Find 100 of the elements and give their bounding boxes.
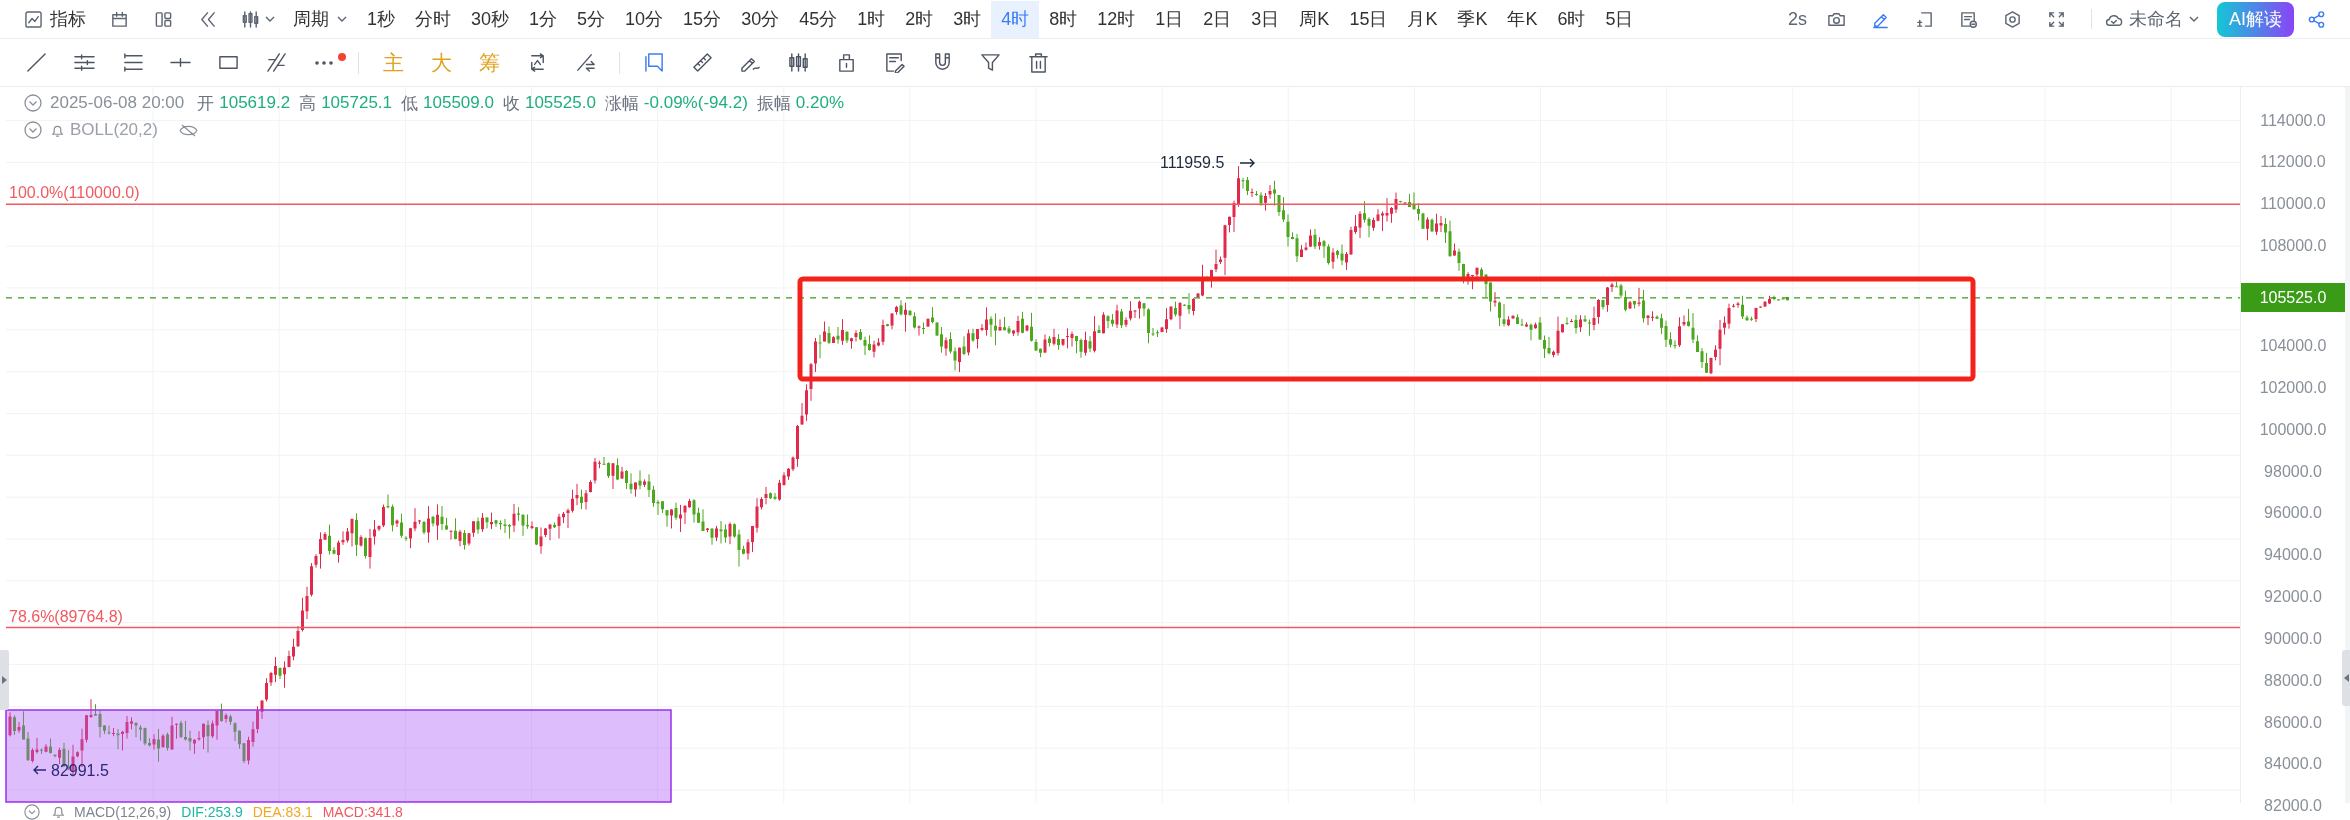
interval-tab[interactable]: 45分	[789, 0, 848, 38]
interval-tab[interactable]: 季K	[1447, 0, 1498, 38]
interval-tab[interactable]: 年K	[1497, 0, 1548, 38]
trend-line-icon[interactable]	[25, 52, 47, 73]
interval-tab[interactable]: 10分	[615, 0, 674, 38]
price-axis-label: 82000.0	[2264, 797, 2322, 816]
legend-value: -0.09%(-94.2)	[643, 93, 748, 113]
price-axis-label: 112000.0	[2260, 153, 2326, 172]
interval-tab[interactable]: 1分	[519, 0, 568, 38]
price-axis-label: 102000.0	[2259, 378, 2327, 397]
indicator-name: MACD(12,26,9)	[74, 803, 172, 820]
price-axis-label: 96000.0	[2264, 504, 2322, 523]
interval-tab[interactable]: 5日	[1595, 0, 1644, 38]
line-chart-icon	[25, 10, 42, 28]
caret-icon	[337, 16, 347, 22]
fullscreen-icon[interactable]	[2047, 9, 2067, 29]
interval-tab[interactable]: 1日	[1145, 0, 1194, 38]
interval-tab[interactable]: 月K	[1397, 0, 1448, 38]
legend-label: 涨幅	[604, 92, 639, 115]
layout-menu[interactable]: 未命名	[2104, 2, 2199, 36]
price-axis-label: 108000.0	[2259, 237, 2327, 256]
price-axis-label: 110000.0	[2260, 195, 2326, 214]
price-marker-label: 82991.5	[51, 762, 109, 779]
crossed-arrows-icon[interactable]	[574, 52, 596, 73]
filter-icon[interactable]	[979, 52, 1001, 73]
price-axis-label: 100000.0	[2259, 420, 2327, 439]
price-axis-label: 86000.0	[2264, 713, 2322, 732]
indicator-value: DEA:83.1	[252, 803, 313, 820]
right-arrow-icon	[1239, 158, 1255, 168]
interval-tab[interactable]: 15分	[673, 0, 732, 38]
price-axis-label: 104000.0	[2259, 337, 2327, 356]
legend-value: 105525.0	[524, 93, 596, 113]
interval-tab[interactable]: 4时	[991, 0, 1040, 38]
price-marker-label: 111959.5	[1160, 154, 1225, 171]
legend-label: 振幅	[756, 92, 791, 115]
interval-tab[interactable]: 分时	[405, 0, 461, 38]
layout-icon[interactable]	[153, 9, 173, 29]
price-axis-label: 92000.0	[2264, 588, 2322, 607]
calendar-icon[interactable]	[109, 9, 129, 29]
side-panel-handle[interactable]	[0, 650, 9, 710]
share-icon[interactable]	[2306, 9, 2326, 29]
interval-tab[interactable]: 1秒	[357, 0, 405, 38]
add-frame-icon[interactable]	[1915, 9, 1935, 29]
interval-tab[interactable]: 30秒	[461, 0, 520, 38]
indicator-value: MACD:341.8	[322, 803, 403, 820]
collapse-icon[interactable]	[24, 803, 40, 820]
interval-tab[interactable]: 3时	[943, 0, 992, 38]
legend-label: 开	[197, 92, 215, 115]
caret-icon	[2343, 674, 2349, 682]
left-arrow-icon	[33, 765, 47, 775]
legend-value: 105619.2	[219, 93, 291, 113]
price-axis-label: 84000.0	[2264, 755, 2322, 774]
interval-tab[interactable]: 1时	[847, 0, 896, 38]
collapse-icon[interactable]	[24, 121, 42, 139]
interval-tab[interactable]: 15日	[1339, 0, 1398, 38]
indicator-name: BOLL(20,2)	[70, 120, 158, 140]
price-axis-label: 94000.0	[2264, 546, 2322, 565]
note-edit-icon[interactable]	[883, 52, 905, 73]
indicators-button[interactable]: 指标	[25, 2, 86, 36]
collapse-icon[interactable]	[24, 94, 42, 112]
interval-tab[interactable]: 3日	[1241, 0, 1290, 38]
legend-datetime: 2025-06-08 20:00	[50, 93, 185, 113]
legend-label: 收	[502, 92, 520, 115]
legend-value: 105725.1	[321, 93, 393, 113]
bell-icon[interactable]	[51, 804, 66, 819]
interval-tab[interactable]: 6时	[1547, 0, 1596, 38]
candlestick-icon[interactable]	[241, 9, 260, 29]
interval-tab[interactable]: 8时	[1039, 0, 1088, 38]
candlestick-icon[interactable]	[787, 52, 809, 73]
interval-tab[interactable]: 2时	[895, 0, 944, 38]
refresh-rate-button[interactable]: 2s	[1779, 2, 1815, 36]
caret-icon[interactable]	[265, 16, 275, 22]
period-menu[interactable]: 周期	[293, 2, 347, 36]
parallel-lines-icon[interactable]	[73, 52, 95, 73]
price-axis-label: 98000.0	[2264, 462, 2322, 481]
more-icon[interactable]	[315, 60, 333, 65]
trash-icon[interactable]	[1027, 52, 1049, 73]
interval-tab[interactable]: 2日	[1193, 0, 1242, 38]
interval-tab[interactable]: 5分	[567, 0, 616, 38]
bookmark-icon[interactable]	[643, 52, 665, 73]
indicator-value: DIF:253.9	[181, 803, 243, 820]
side-panel-handle[interactable]	[2342, 650, 2350, 706]
legend-value: 105509.0	[423, 93, 494, 113]
price-axis-label: 114000.0	[2260, 111, 2326, 130]
channel-lines-icon[interactable]	[121, 52, 143, 73]
interval-tab[interactable]: 周K	[1289, 0, 1340, 38]
note-icon[interactable]	[1959, 9, 1979, 29]
legend-label: 高	[299, 92, 317, 115]
legend-label: 低	[401, 92, 419, 115]
crossed-lines-icon[interactable]	[265, 52, 287, 73]
price-axis-label: 90000.0	[2264, 629, 2322, 648]
eye-slash-icon[interactable]	[178, 123, 198, 137]
ruler-icon[interactable]	[691, 52, 713, 73]
price-axis-label: 88000.0	[2264, 671, 2322, 690]
level-label: 100.0%(110000.0)	[9, 184, 140, 202]
interval-tab[interactable]: 12时	[1087, 0, 1146, 38]
interval-tab[interactable]: 30分	[731, 0, 790, 38]
settings-icon[interactable]	[2003, 9, 2023, 29]
legend-value: 0.20%	[795, 93, 844, 113]
current-price-tag: 105525.0	[2241, 283, 2345, 313]
